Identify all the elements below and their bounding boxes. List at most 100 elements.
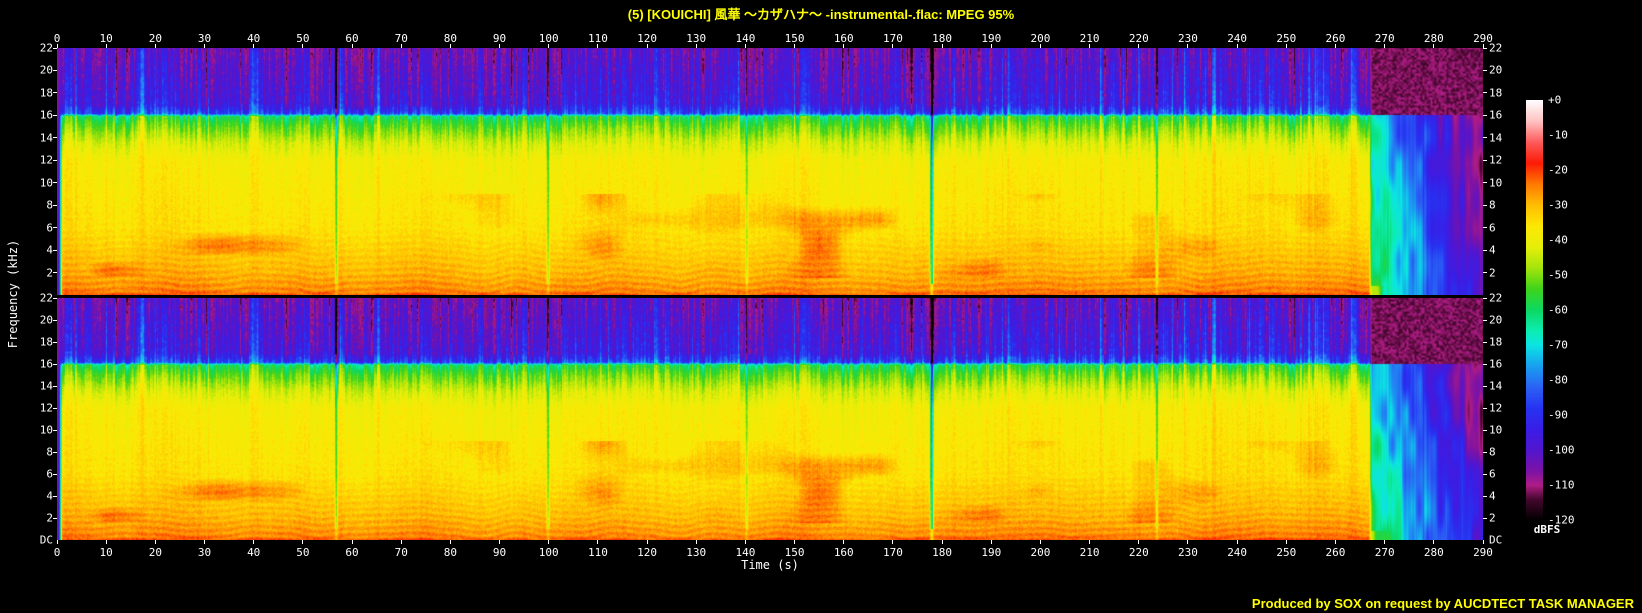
freq-tick-label: 8	[27, 200, 53, 211]
freq-tick-label: 4	[27, 245, 53, 256]
time-tick-label: 60	[345, 33, 358, 44]
time-tick-label: 50	[296, 547, 309, 558]
time-tick-label: 250	[1276, 33, 1296, 44]
time-tick-label: 170	[883, 33, 903, 44]
freq-tick-mark	[1483, 452, 1487, 453]
time-tick-label: 0	[54, 33, 61, 44]
freq-tick-mark	[53, 137, 57, 138]
time-tick-label: 290	[1473, 547, 1493, 558]
time-tick-label: 110	[588, 547, 608, 558]
time-tick-mark	[696, 540, 697, 544]
time-tick-label: 100	[539, 547, 559, 558]
time-tick-mark	[1138, 540, 1139, 544]
time-tick-mark	[57, 540, 58, 544]
freq-tick-mark	[53, 48, 57, 49]
freq-tick-label: 18	[27, 337, 53, 348]
legend-tick-label: -70	[1548, 340, 1568, 351]
time-tick-mark	[1286, 44, 1287, 48]
sox-spectrogram-window: (5) [KOUICHI] 風華 〜カザハナ〜 -instrumental-.f…	[0, 0, 1642, 613]
time-tick-mark	[1433, 540, 1434, 544]
freq-tick-mark	[1483, 320, 1487, 321]
freq-tick-mark	[53, 115, 57, 116]
freq-tick-label: 18	[1489, 337, 1502, 348]
time-tick-mark	[253, 540, 254, 544]
legend-tick-label: -100	[1548, 445, 1575, 456]
time-tick-label: 10	[100, 547, 113, 558]
freq-tick-mark	[53, 92, 57, 93]
freq-tick-label: 16	[27, 110, 53, 121]
time-tick-label: 70	[395, 33, 408, 44]
freq-tick-label: 10	[27, 425, 53, 436]
freq-tick-mark	[53, 227, 57, 228]
time-tick-mark	[794, 540, 795, 544]
freq-tick-mark	[1483, 227, 1487, 228]
time-tick-label: 60	[345, 547, 358, 558]
time-tick-mark	[1237, 44, 1238, 48]
freq-tick-mark	[1483, 474, 1487, 475]
freq-tick-mark	[1483, 364, 1487, 365]
time-tick-label: 140	[735, 33, 755, 44]
freq-tick-mark	[1483, 48, 1487, 49]
freq-tick-mark	[53, 298, 57, 299]
time-tick-mark	[647, 540, 648, 544]
freq-tick-label: 2	[1489, 267, 1496, 278]
time-tick-label: 190	[981, 33, 1001, 44]
time-tick-mark	[1138, 44, 1139, 48]
freq-tick-label: 16	[1489, 359, 1502, 370]
time-tick-mark	[1040, 44, 1041, 48]
freq-tick-mark	[1483, 182, 1487, 183]
time-tick-mark	[1187, 44, 1188, 48]
time-axis-title: Time (s)	[741, 558, 799, 572]
legend-tick-label: -10	[1548, 130, 1568, 141]
time-tick-mark	[106, 540, 107, 544]
time-tick-mark	[155, 44, 156, 48]
freq-tick-label: 6	[1489, 222, 1496, 233]
time-tick-label: 120	[637, 33, 657, 44]
freq-tick-mark	[1483, 92, 1487, 93]
freq-tick-mark	[1483, 250, 1487, 251]
legend-tick-label: -80	[1548, 375, 1568, 386]
freq-tick-label: 8	[1489, 200, 1496, 211]
time-tick-label: 280	[1424, 33, 1444, 44]
time-tick-mark	[450, 44, 451, 48]
time-tick-label: 40	[247, 547, 260, 558]
legend-tick-label: -60	[1548, 305, 1568, 316]
freq-tick-mark	[1483, 408, 1487, 409]
time-tick-mark	[1483, 540, 1484, 544]
freq-tick-label: 22	[27, 43, 53, 54]
time-tick-mark	[204, 540, 205, 544]
time-tick-label: 210	[1080, 33, 1100, 44]
time-tick-label: 110	[588, 33, 608, 44]
time-tick-mark	[106, 44, 107, 48]
time-tick-mark	[892, 540, 893, 544]
time-tick-mark	[745, 540, 746, 544]
time-tick-label: 180	[932, 33, 952, 44]
freq-tick-mark	[1483, 342, 1487, 343]
time-tick-label: 10	[100, 33, 113, 44]
freq-tick-label: 18	[1489, 87, 1502, 98]
freq-tick-label: 8	[27, 447, 53, 458]
time-tick-label: 260	[1326, 547, 1346, 558]
time-tick-label: 40	[247, 33, 260, 44]
freq-tick-mark	[1483, 115, 1487, 116]
time-tick-mark	[1384, 44, 1385, 48]
time-tick-label: 140	[735, 547, 755, 558]
freq-tick-label: 10	[1489, 425, 1502, 436]
frequency-axis-title: Frequency (kHz)	[6, 240, 20, 348]
time-tick-mark	[401, 44, 402, 48]
freq-tick-label: 16	[27, 359, 53, 370]
time-tick-mark	[1433, 44, 1434, 48]
freq-tick-mark	[53, 182, 57, 183]
freq-tick-mark	[53, 320, 57, 321]
freq-tick-label: 12	[27, 155, 53, 166]
legend-tick-label: -40	[1548, 235, 1568, 246]
freq-dc-label: DC	[27, 535, 53, 546]
freq-tick-label: 12	[1489, 403, 1502, 414]
time-tick-label: 250	[1276, 547, 1296, 558]
freq-tick-mark	[1483, 298, 1487, 299]
time-tick-mark	[843, 540, 844, 544]
freq-tick-mark	[53, 408, 57, 409]
freq-tick-mark	[53, 452, 57, 453]
legend-tick-label: -90	[1548, 410, 1568, 421]
freq-tick-label: 4	[1489, 491, 1496, 502]
